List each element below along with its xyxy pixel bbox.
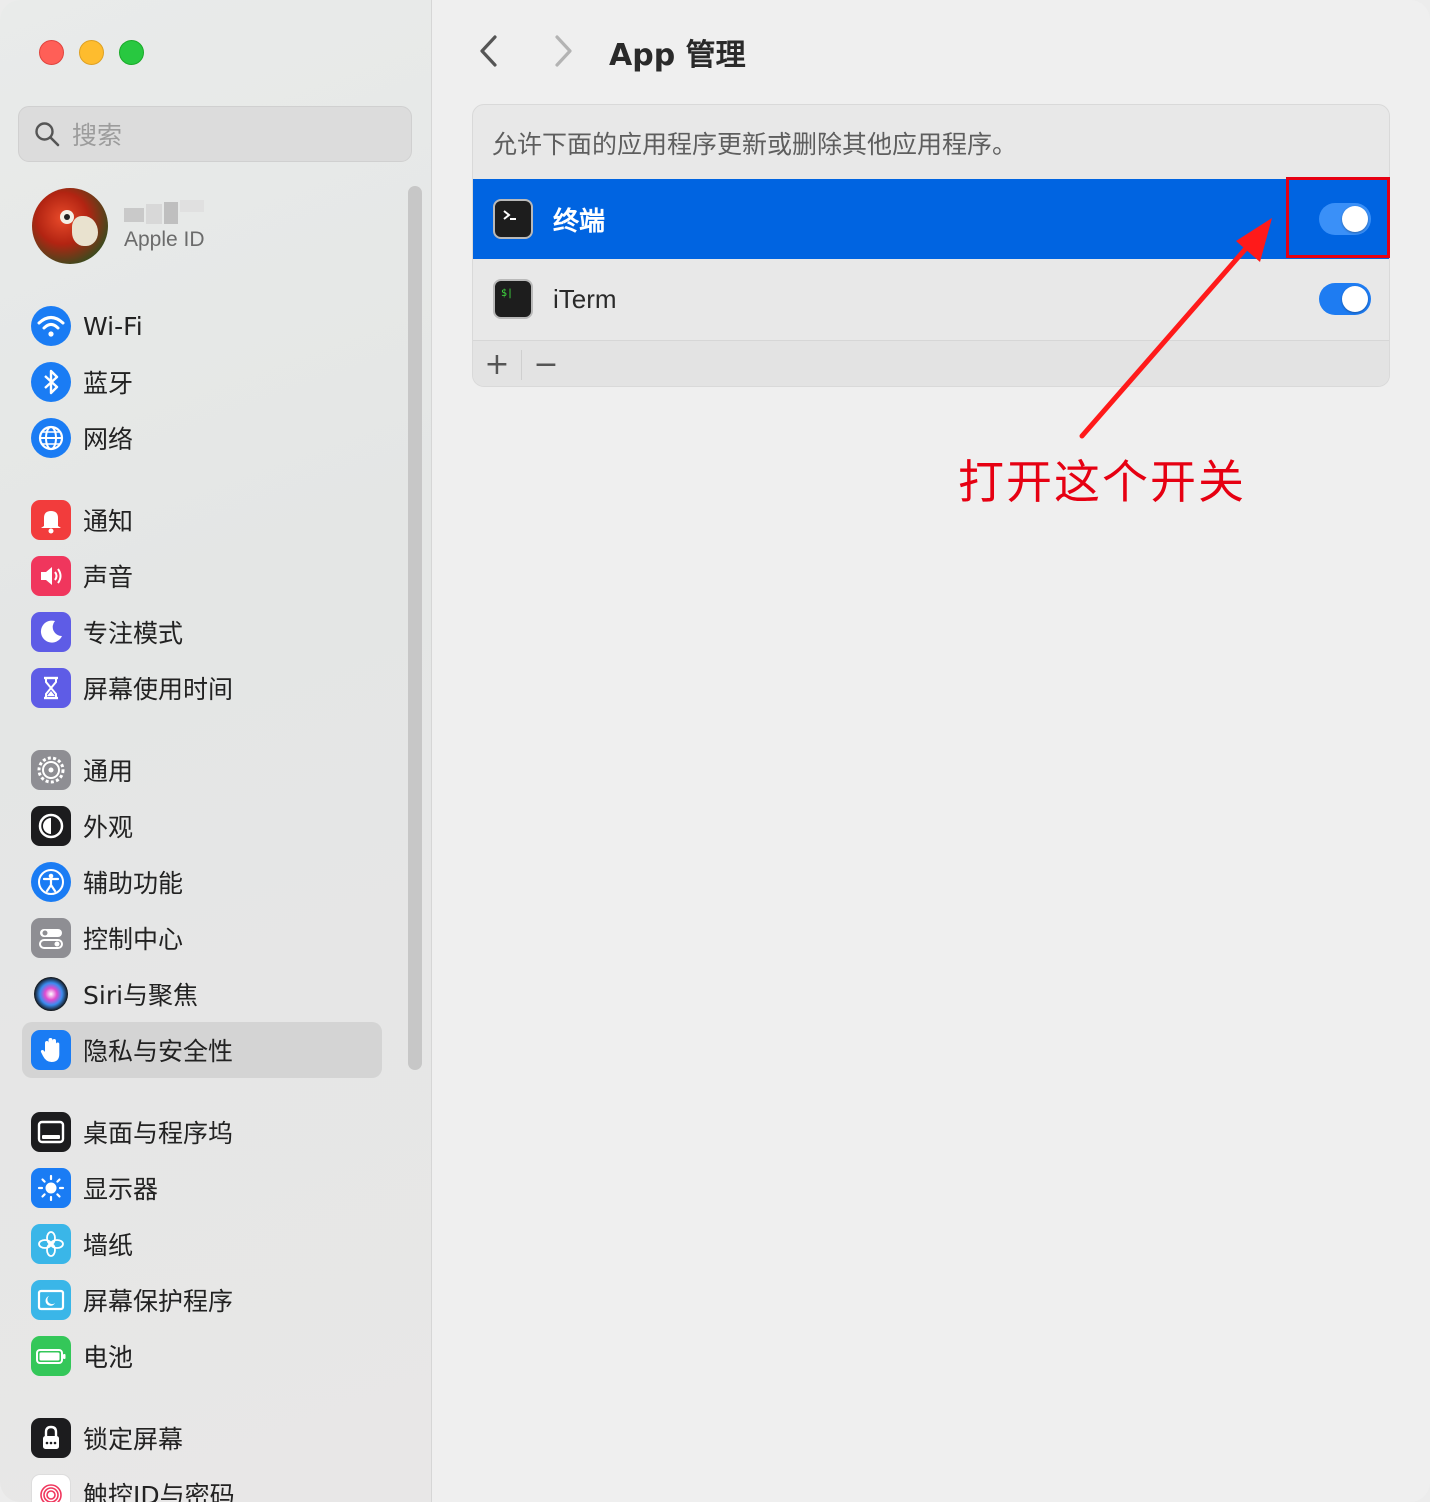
back-chevron-icon[interactable] xyxy=(475,33,503,69)
sidebar-item-label: Siri与聚焦 xyxy=(83,981,199,1010)
forward-chevron-icon[interactable] xyxy=(549,33,577,69)
battery-icon xyxy=(31,1336,71,1376)
hand-icon xyxy=(31,1030,71,1070)
speaker-icon xyxy=(31,556,71,596)
sidebar-item-label: 控制中心 xyxy=(83,925,184,954)
iterm-icon: $| xyxy=(493,279,533,319)
sidebar-item-label: 屏幕保护程序 xyxy=(83,1287,234,1316)
annotation-arrow-icon xyxy=(1079,218,1272,439)
control-center-icon xyxy=(31,918,71,958)
sidebar-item-lock[interactable]: 锁定屏幕 xyxy=(22,1410,382,1466)
sidebar-item-label: 声音 xyxy=(83,563,134,592)
app-name: 终端 xyxy=(553,206,606,237)
wifi-icon xyxy=(31,306,71,346)
search-icon xyxy=(35,122,60,147)
avatar xyxy=(32,188,108,264)
sidebar-item-moon[interactable]: 专注模式 xyxy=(22,604,382,660)
bluetooth-icon xyxy=(31,362,71,402)
sidebar-item-sun[interactable]: 显示器 xyxy=(22,1160,382,1216)
sidebar-item-appearance[interactable]: 外观 xyxy=(22,798,382,854)
sidebar-group: 桌面与程序坞 显示器墙纸屏幕保护程序 电池 xyxy=(22,1104,382,1384)
sidebar-item-label: 隐私与安全性 xyxy=(83,1037,234,1066)
panel-description: 允许下面的应用程序更新或删除其他应用程序。 xyxy=(492,130,1018,159)
sidebar-list: Wi-Fi 蓝牙网络通知声音专注模式屏幕使用时间 通用外观辅助功能控制中心 Siri与… xyxy=(22,298,382,1502)
sidebar-item-screensaver[interactable]: 屏幕保护程序 xyxy=(22,1272,382,1328)
fingerprint-icon xyxy=(31,1474,71,1502)
sidebar-item-accessibility[interactable]: 辅助功能 xyxy=(22,854,382,910)
sidebar-item-siri[interactable]: Siri与聚焦 xyxy=(22,966,382,1022)
sidebar-scrollbar[interactable] xyxy=(408,186,422,1070)
sidebar-item-label: 通知 xyxy=(83,507,134,536)
apple-id-profile[interactable]: Apple ID xyxy=(32,188,206,264)
page-title: App 管理 xyxy=(609,38,746,73)
sidebar-item-hourglass[interactable]: 屏幕使用时间 xyxy=(22,660,382,716)
sidebar-item-label: 墙纸 xyxy=(83,1231,134,1260)
globe-icon xyxy=(31,418,71,458)
sidebar-item-flower[interactable]: 墙纸 xyxy=(22,1216,382,1272)
iterm-toggle[interactable] xyxy=(1319,283,1371,315)
blurred-username xyxy=(124,200,206,224)
sidebar-group: 锁定屏幕触控ID与密码 xyxy=(22,1410,382,1502)
sidebar-item-label: 外观 xyxy=(83,813,134,842)
screensaver-icon xyxy=(31,1280,71,1320)
sidebar-item-label: 专注模式 xyxy=(83,619,184,648)
lock-icon xyxy=(31,1418,71,1458)
sidebar-item-dock[interactable]: 桌面与程序坞 xyxy=(22,1104,382,1160)
search-placeholder: 搜索 xyxy=(72,121,123,150)
sidebar-item-label: 屏幕使用时间 xyxy=(83,675,234,704)
sidebar-item-label: 锁定屏幕 xyxy=(83,1425,184,1454)
app-name: iTerm xyxy=(553,283,617,314)
window-controls xyxy=(39,40,144,65)
minimize-window-button[interactable] xyxy=(79,40,104,65)
sidebar-item-label: Wi-Fi xyxy=(83,311,143,341)
sidebar-item-bell[interactable]: 通知 xyxy=(22,492,382,548)
sidebar-item-bluetooth[interactable]: 蓝牙 xyxy=(22,354,382,410)
annotation-highlight-box xyxy=(1286,177,1390,258)
appearance-icon xyxy=(31,806,71,846)
zoom-window-button[interactable] xyxy=(119,40,144,65)
terminal-icon xyxy=(493,199,533,239)
moon-icon xyxy=(31,612,71,652)
flower-icon xyxy=(31,1224,71,1264)
sidebar-group: Wi-Fi 蓝牙网络 xyxy=(22,298,382,466)
sidebar-group: 通知声音专注模式屏幕使用时间 xyxy=(22,492,382,716)
sidebar-item-label: 电池 xyxy=(83,1343,134,1372)
sidebar-item-gear[interactable]: 通用 xyxy=(22,742,382,798)
settings-window: 搜索 Apple ID Wi-Fi 蓝牙网络通知声音专注模式屏幕使用时间 通用外观辅… xyxy=(0,0,1430,1502)
annotation-text: 打开这个开关 xyxy=(958,455,1246,509)
dock-icon xyxy=(31,1112,71,1152)
sidebar-item-label: 桌面与程序坞 xyxy=(83,1119,234,1148)
sun-icon xyxy=(31,1168,71,1208)
accessibility-icon xyxy=(31,862,71,902)
bell-icon xyxy=(31,500,71,540)
sidebar-item-label: 辅助功能 xyxy=(83,869,184,898)
siri-icon xyxy=(31,974,71,1014)
apple-id-label: Apple ID xyxy=(124,228,205,251)
sidebar-item-control-center[interactable]: 控制中心 xyxy=(22,910,382,966)
close-window-button[interactable] xyxy=(39,40,64,65)
sidebar-item-label: 蓝牙 xyxy=(83,369,134,398)
sidebar-item-label: 通用 xyxy=(83,757,134,786)
sidebar-group: 通用外观辅助功能控制中心 Siri与聚焦隐私与安全性 xyxy=(22,742,382,1078)
sidebar-item-wifi[interactable]: Wi-Fi xyxy=(22,298,382,354)
sidebar-item-battery[interactable]: 电池 xyxy=(22,1328,382,1384)
search-field[interactable]: 搜索 xyxy=(18,106,412,162)
sidebar: 搜索 Apple ID Wi-Fi 蓝牙网络通知声音专注模式屏幕使用时间 通用外观辅… xyxy=(0,0,432,1502)
sidebar-item-hand[interactable]: 隐私与安全性 xyxy=(22,1022,382,1078)
gear-icon xyxy=(31,750,71,790)
hourglass-icon xyxy=(31,668,71,708)
add-app-button[interactable]: + xyxy=(473,341,521,387)
sidebar-item-label: 显示器 xyxy=(83,1175,159,1204)
sidebar-item-globe[interactable]: 网络 xyxy=(22,410,382,466)
sidebar-item-speaker[interactable]: 声音 xyxy=(22,548,382,604)
remove-app-button[interactable]: − xyxy=(522,341,570,387)
svg-text:$|: $| xyxy=(501,288,513,299)
sidebar-item-label: 触控ID与密码 xyxy=(83,1481,235,1502)
sidebar-item-label: 网络 xyxy=(83,425,134,454)
sidebar-item-fingerprint[interactable]: 触控ID与密码 xyxy=(22,1466,382,1502)
